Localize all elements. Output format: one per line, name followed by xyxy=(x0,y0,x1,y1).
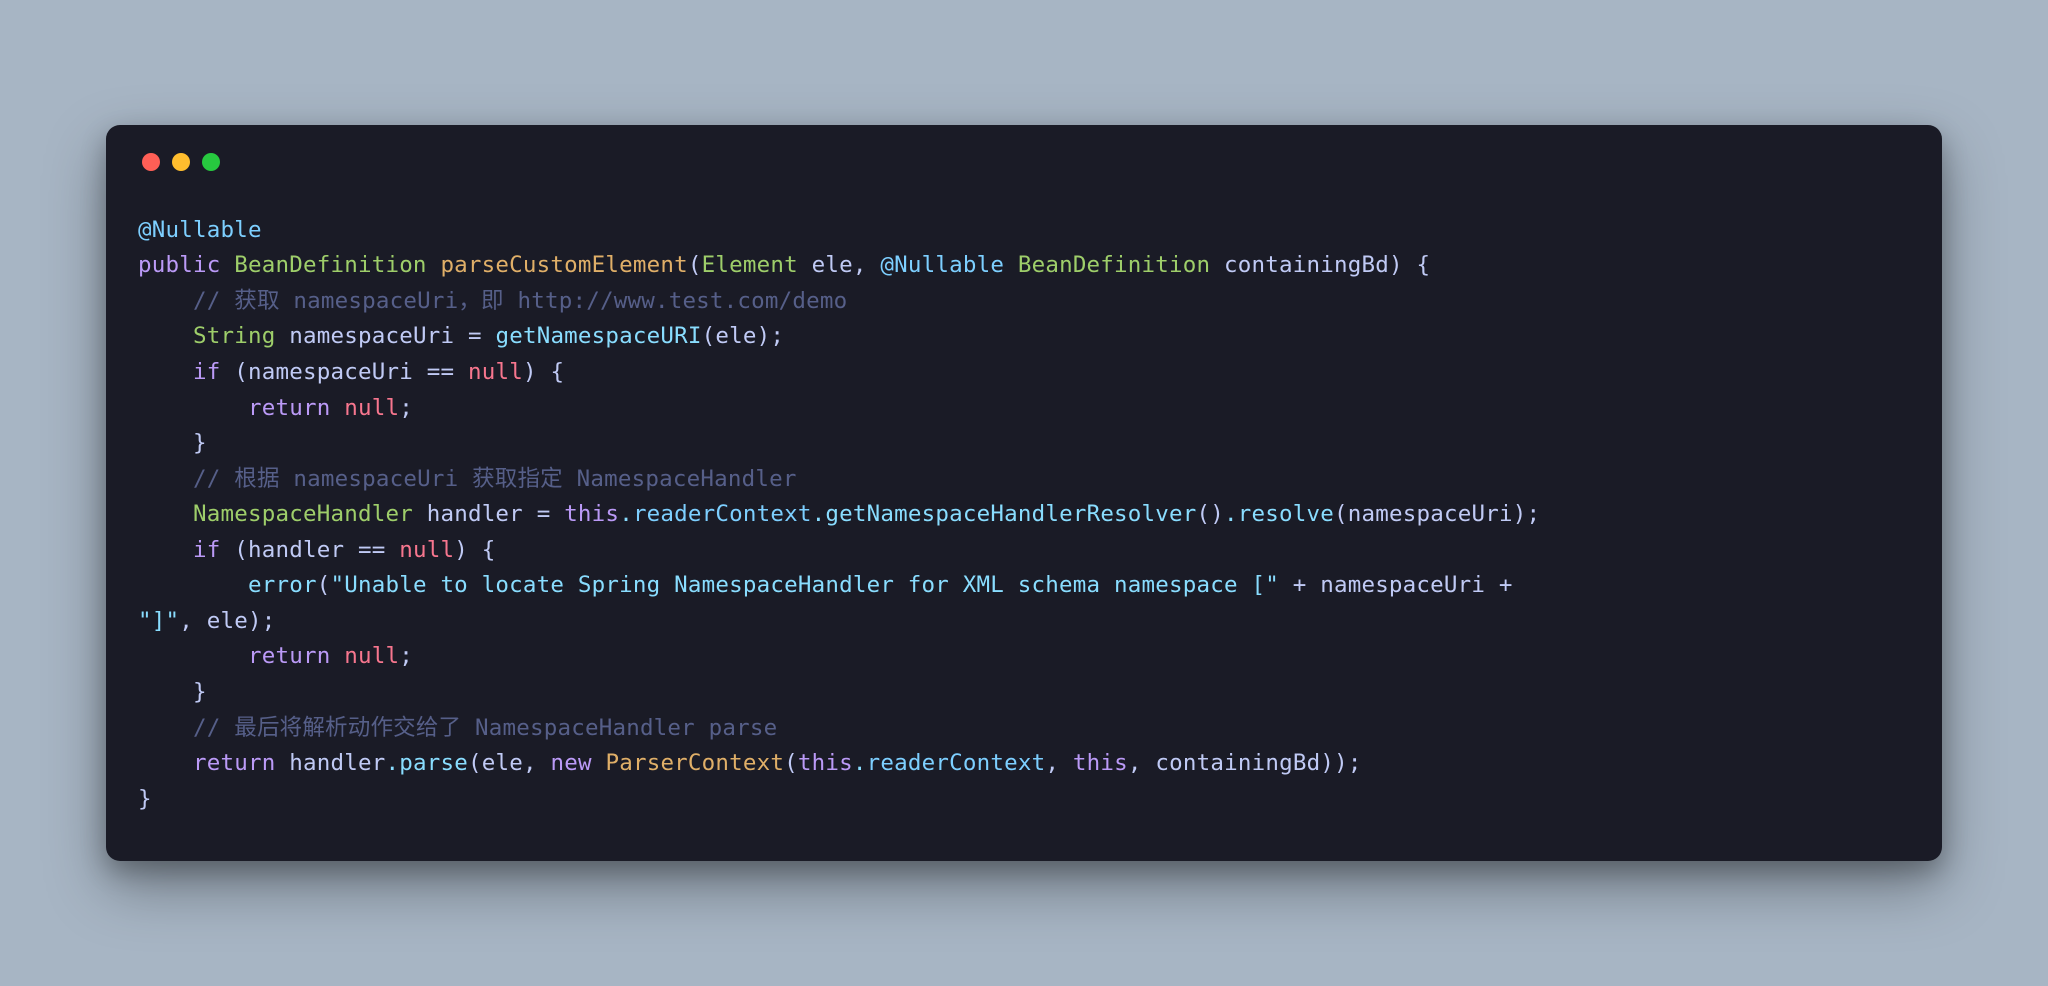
null-literal: null xyxy=(344,395,399,421)
comment: // 最后将解析动作交给了 NamespaceHandler parse xyxy=(193,715,777,741)
method-name: parseCustomElement xyxy=(440,252,687,278)
code-block: @Nullable public BeanDefinition parseCus… xyxy=(138,213,1910,817)
var-ref: namespaceUri xyxy=(1320,572,1485,598)
arg: ele xyxy=(482,750,523,776)
arg: namespaceUri xyxy=(1348,501,1513,527)
arg: ele xyxy=(207,608,248,634)
maximize-icon[interactable] xyxy=(202,153,220,171)
code-window: @Nullable public BeanDefinition parseCus… xyxy=(106,125,1942,861)
param-name: ele xyxy=(812,252,853,278)
var-type: NamespaceHandler xyxy=(193,501,413,527)
this-keyword: this xyxy=(564,501,619,527)
keyword-new: new xyxy=(550,750,591,776)
close-icon[interactable] xyxy=(142,153,160,171)
method-call: getNamespaceURI xyxy=(495,323,701,349)
keyword-return: return xyxy=(248,395,330,421)
var-ref: handler xyxy=(289,750,385,776)
comment: // 获取 namespaceUri，即 http://www.test.com… xyxy=(193,288,847,314)
method-call: parse xyxy=(399,750,468,776)
null-literal: null xyxy=(468,359,523,385)
arg: ele xyxy=(715,323,756,349)
property: readerContext xyxy=(633,501,812,527)
keyword-if: if xyxy=(193,537,221,563)
keyword-return: return xyxy=(193,750,275,776)
null-literal: null xyxy=(344,643,399,669)
param-type: Element xyxy=(702,252,798,278)
keyword-return: return xyxy=(248,643,330,669)
window-titlebar xyxy=(138,153,1910,171)
param-name: containingBd xyxy=(1224,252,1389,278)
annotation: @Nullable xyxy=(138,217,262,243)
var-ref: namespaceUri xyxy=(248,359,413,385)
string-literal: "Unable to locate Spring NamespaceHandle… xyxy=(330,572,1278,598)
var-name: handler xyxy=(427,501,523,527)
keyword-if: if xyxy=(193,359,221,385)
comment: // 根据 namespaceUri 获取指定 NamespaceHandler xyxy=(193,466,797,492)
var-name: namespaceUri xyxy=(289,323,454,349)
var-ref: handler xyxy=(248,537,344,563)
property: readerContext xyxy=(867,750,1046,776)
string-literal: "]" xyxy=(138,608,179,634)
method-call: resolve xyxy=(1238,501,1334,527)
this-keyword: this xyxy=(798,750,853,776)
constructor-call: ParserContext xyxy=(605,750,784,776)
return-type: BeanDefinition xyxy=(234,252,426,278)
method-call: getNamespaceHandlerResolver xyxy=(825,501,1196,527)
annotation: @Nullable xyxy=(880,252,1004,278)
minimize-icon[interactable] xyxy=(172,153,190,171)
var-type: String xyxy=(193,323,275,349)
keyword-public: public xyxy=(138,252,220,278)
arg: containingBd xyxy=(1155,750,1320,776)
null-literal: null xyxy=(399,537,454,563)
method-call: error xyxy=(248,572,317,598)
this-keyword: this xyxy=(1073,750,1128,776)
param-type: BeanDefinition xyxy=(1018,252,1210,278)
